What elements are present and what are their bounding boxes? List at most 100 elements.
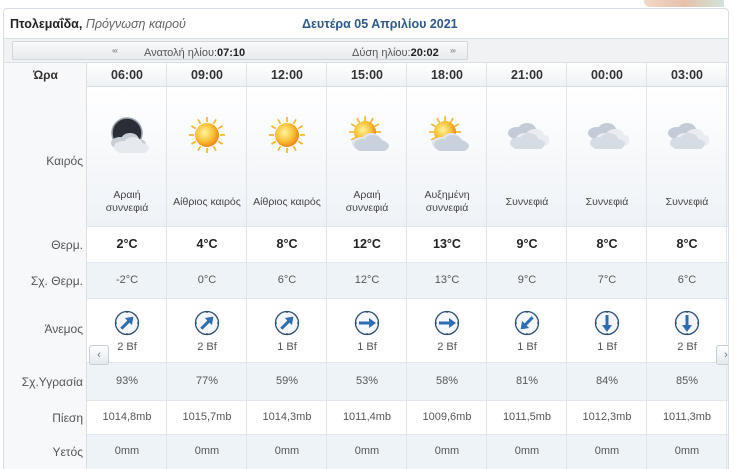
label-weather: Καιρός: [46, 154, 83, 168]
temp-cell: 8°C: [596, 237, 618, 251]
temp-cell: 8°C: [276, 237, 298, 251]
condition-text: Αυξημένη συννεφιά: [407, 189, 487, 215]
condition-line: Συννεφιά: [665, 196, 709, 208]
feels-like-cell: 6°C: [677, 274, 697, 286]
rain-cell: 0mm: [194, 445, 220, 457]
pressure-cell: 1012,3mb: [582, 411, 632, 423]
sun-cloud-icon: [327, 87, 407, 177]
condition-text: Αίθριος καιρός: [167, 196, 247, 209]
condition-line: Αραιή: [113, 189, 141, 201]
pressure-cell: 1014,3mb: [262, 411, 312, 423]
wind-speed-cell: 2 Bf: [437, 341, 457, 353]
humidity-cell: 93%: [115, 375, 139, 387]
temp-cell: 13°C: [433, 237, 461, 251]
wind-speed-cell: 1 Bf: [357, 341, 377, 353]
clouds-icon: [567, 87, 647, 177]
top-strip: [0, 0, 734, 7]
sunrise: Ανατολή ηλίου:07:10: [144, 47, 245, 59]
humidity-cell: 58%: [435, 375, 459, 387]
hour-cell: 00:00: [591, 68, 623, 82]
condition-line: Αίθριος καιρός: [173, 196, 241, 208]
sunset-label: Δύση ηλίου:: [352, 47, 411, 59]
location-title: Πτολεμαΐδα, Πρόγνωση καιρού: [10, 17, 186, 31]
humidity-cell: 59%: [275, 375, 299, 387]
feels-like-cell: 9°C: [517, 274, 537, 286]
forecast-date: Δευτέρα 05 Απριλίου 2021: [302, 17, 458, 31]
clouds-icon: [487, 87, 567, 177]
condition-text: Συννεφιά: [487, 196, 567, 209]
prev-hours-button[interactable]: ‹: [89, 345, 109, 365]
humidity-cell: 81%: [515, 375, 539, 387]
sun-icon: [167, 87, 247, 177]
forecast-column: 12:00 Αίθριος καιρός 8°C 6°C 1 Bf 59% 1014,3mb…: [247, 63, 327, 469]
condition-text: Αραιή συννεφιά: [87, 189, 167, 215]
wind-speed-cell: 2 Bf: [197, 341, 217, 353]
condition-line: Αραιή: [353, 189, 381, 201]
condition-text: Αραιή συννεφιά: [327, 189, 407, 215]
forecast-column: 03:00 Συννεφιά 8°C 6°C 2 Bf 85% 1011,3mb 0mm: [647, 63, 727, 469]
hour-cell: 06:00: [111, 68, 143, 82]
forecast-column: 00:00 Συννεφιά 8°C 7°C 1 Bf 84% 1012,3mb 0mm: [567, 63, 647, 469]
forecast-table: Ώρα Καιρός Θερμ. Σχ. Θερμ. Άνεμος Σχ.Υγρ…: [3, 63, 729, 469]
rain-cell: 0mm: [514, 445, 540, 457]
rain-cell: 0mm: [674, 445, 700, 457]
hour-cell: 12:00: [271, 68, 303, 82]
rain-cell: 0mm: [594, 445, 620, 457]
feels-like-cell: -2°C: [115, 274, 139, 286]
row-labels: Ώρα Καιρός Θερμ. Σχ. Θερμ. Άνεμος Σχ.Υγρ…: [4, 63, 87, 469]
temp-cell: 12°C: [353, 237, 381, 251]
label-hour: Ώρα: [33, 68, 58, 82]
humidity-cell: 84%: [595, 375, 619, 387]
label-temp: Θερμ.: [51, 238, 83, 252]
hour-cell: 18:00: [431, 68, 463, 82]
forecast-header: Πτολεμαΐδα, Πρόγνωση καιρού Δευτέρα 05 Α…: [3, 8, 729, 38]
label-wind: Άνεμος: [44, 322, 83, 336]
label-pressure: Πίεση: [52, 411, 83, 425]
chevron-left-icon: ‹: [97, 349, 101, 361]
rain-cell: 0mm: [434, 445, 460, 457]
forecast-column: 18:00 Αυξημένη συννεφιά 13°C 13°C 2 Bf 58% 1009…: [407, 63, 487, 469]
humidity-cell: 53%: [355, 375, 379, 387]
wind-arrow-icon: [247, 299, 327, 339]
label-rain: Υετός: [52, 445, 83, 459]
forecast-column: 15:00 Αραιή συννεφιά 12°C 12°C 1 Bf 53% 1011,4m…: [327, 63, 407, 469]
condition-text: Συννεφιά: [567, 196, 647, 209]
temp-cell: 2°C: [116, 237, 138, 251]
forecast-column: 09:00 Αίθριος καιρός 4°C 0°C 2 Bf 77% 1015,7mb…: [167, 63, 247, 469]
condition-line: Αίθριος καιρός: [253, 196, 321, 208]
rain-cell: 0mm: [354, 445, 380, 457]
humidity-cell: 77%: [195, 375, 219, 387]
condition-line: συννεφιά: [425, 202, 469, 214]
pressure-cell: 1015,7mb: [182, 411, 232, 423]
feels-like-cell: 0°C: [197, 274, 217, 286]
wind-arrow-icon: [567, 299, 647, 339]
feels-like-cell: 12°C: [354, 274, 380, 286]
forecast-column: 21:00 Συννεφιά 9°C 9°C 1 Bf 81% 1011,5mb 0mm: [487, 63, 567, 469]
sunrise-arrows: ‹‹‹: [112, 46, 118, 55]
chevron-right-icon: ›: [724, 349, 728, 361]
sunset-time: 20:02: [410, 47, 439, 59]
feels-like-cell: 13°C: [434, 274, 460, 286]
label-humidity: Σχ.Υγρασία: [21, 375, 83, 389]
forecast-subtitle: Πρόγνωση καιρού: [85, 17, 186, 31]
wind-speed-cell: 2 Bf: [677, 341, 697, 353]
temp-cell: 4°C: [196, 237, 218, 251]
wind-arrow-icon: [647, 299, 727, 339]
condition-text: Συννεφιά: [647, 196, 727, 209]
temp-cell: 9°C: [516, 237, 538, 251]
wind-arrow-icon: [407, 299, 487, 339]
condition-line: Συννεφιά: [585, 196, 629, 208]
pressure-cell: 1011,4mb: [342, 411, 392, 423]
next-hours-button[interactable]: ›: [716, 345, 728, 365]
wind-speed-cell: 1 Bf: [277, 341, 297, 353]
condition-line: Συννεφιά: [505, 196, 549, 208]
sunrise-label: Ανατολή ηλίου:: [144, 47, 218, 59]
sun-times-bar: ‹‹‹ Ανατολή ηλίου:07:10 Δύση ηλίου:20:02…: [3, 38, 729, 63]
hour-cell: 21:00: [511, 68, 543, 82]
pressure-cell: 1014,8mb: [102, 411, 152, 423]
banner-image: [644, 0, 724, 7]
hour-cell: 09:00: [191, 68, 223, 82]
city-name: Πτολεμαΐδα,: [10, 17, 83, 31]
hour-cell: 03:00: [671, 68, 703, 82]
hour-cell: 15:00: [351, 68, 383, 82]
